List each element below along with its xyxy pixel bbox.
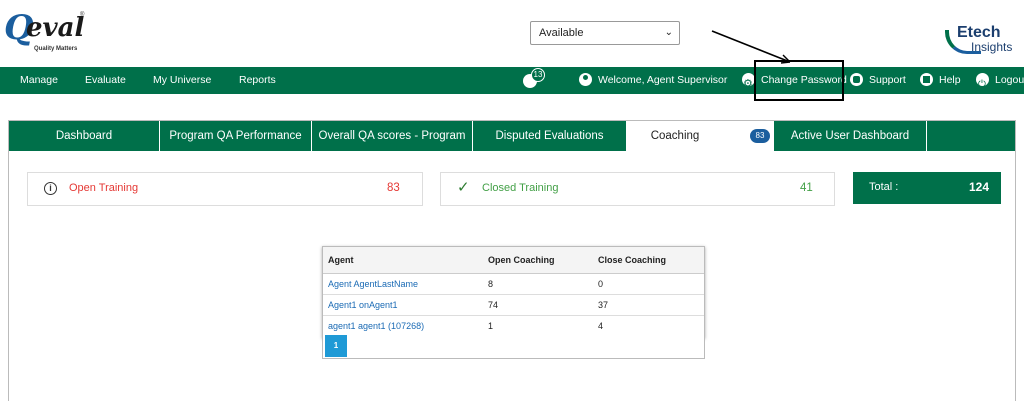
nav-manage[interactable]: Manage [20, 67, 58, 94]
column-header-agent[interactable]: Agent [323, 247, 483, 274]
chevron-down-icon: ⌄ [664, 27, 673, 38]
logo-registered-mark: ® [80, 12, 85, 18]
dashboard-tabs: Dashboard Program QA Performance Overall… [9, 121, 1015, 151]
support-link[interactable]: Support [850, 67, 906, 94]
table-row: Agent1 onAgent1 74 37 [323, 294, 704, 316]
tab-program-qa-performance[interactable]: Program QA Performance [160, 121, 312, 151]
agent-name-link[interactable]: Agent AgentLastName [323, 273, 483, 295]
tab-active-user-dashboard[interactable]: Active User Dashboard [774, 121, 927, 151]
help-link[interactable]: Help [920, 67, 961, 94]
notification-count-badge: 13 [531, 68, 545, 82]
welcome-text: Welcome, Agent Supervisor [598, 74, 728, 86]
help-label: Help [939, 74, 961, 86]
close-coaching-cell: 37 [593, 294, 704, 316]
logout-label: Logout [995, 74, 1024, 86]
coaching-count-badge: 83 [750, 129, 770, 143]
open-training-card[interactable]: i Open Training 83 [27, 172, 423, 206]
nav-evaluate[interactable]: Evaluate [85, 67, 126, 94]
user-icon [579, 72, 592, 86]
tab-disputed-evaluations[interactable]: Disputed Evaluations [473, 121, 627, 151]
nav-reports[interactable]: Reports [239, 67, 276, 94]
column-header-close-coaching[interactable]: Close Coaching [593, 247, 704, 274]
table-header-row: Agent Open Coaching Close Coaching [323, 247, 704, 274]
welcome-user[interactable]: Welcome, Agent Supervisor [579, 67, 727, 94]
checkmark-icon: ✓ [457, 179, 470, 196]
table-pager: 1 [322, 333, 705, 359]
open-coaching-cell: 8 [483, 273, 593, 295]
logo-tagline: Quality Matters [34, 46, 78, 52]
dashboard-panel: Dashboard Program QA Performance Overall… [8, 120, 1016, 401]
tab-overall-qa-scores-program[interactable]: Overall QA scores - Program [312, 121, 473, 151]
close-coaching-cell: 0 [593, 273, 704, 295]
closed-training-label: Closed Training [482, 182, 559, 194]
status-selected-value: Available [539, 27, 584, 39]
nav-my-universe[interactable]: My Universe [153, 67, 211, 94]
open-training-label: Open Training [69, 182, 139, 194]
top-header: Q eval ® Quality Matters Available ⌄ Ete… [0, 0, 1024, 67]
page-button-1[interactable]: 1 [325, 335, 347, 357]
notifications-bell-icon[interactable]: 13 [523, 68, 545, 88]
change-password-link[interactable]: Change Password [742, 67, 847, 98]
logout-link[interactable]: Logout [976, 67, 1024, 98]
total-label: Total : [869, 181, 899, 193]
closed-training-card[interactable]: ✓ Closed Training 41 [440, 172, 835, 206]
gear-icon [742, 71, 755, 98]
total-value: 124 [968, 180, 989, 194]
column-header-open-coaching[interactable]: Open Coaching [483, 247, 593, 274]
coaching-table: Agent Open Coaching Close Coaching Agent… [322, 246, 705, 338]
availability-status-select[interactable]: Available ⌄ [530, 21, 680, 45]
agent-name-link[interactable]: Agent1 onAgent1 [323, 294, 483, 316]
help-icon [920, 72, 933, 86]
open-coaching-cell: 74 [483, 294, 593, 316]
etech-logo-line2: Insights [971, 40, 1013, 54]
main-nav-bar: Manage Evaluate My Universe Reports Welc… [0, 67, 1024, 98]
logo-eval: eval [26, 13, 85, 43]
table-row: Agent AgentLastName 8 0 [323, 273, 704, 295]
etech-insights-logo: Etech Insights [945, 24, 1021, 64]
power-icon [976, 71, 989, 98]
support-label: Support [869, 74, 906, 86]
open-training-value: 83 [387, 182, 400, 194]
info-circle-icon: i [44, 182, 57, 195]
closed-training-value: 41 [800, 182, 813, 194]
change-password-label: Change Password [761, 74, 847, 86]
total-card: Total : 124 [853, 172, 1001, 204]
support-icon [850, 72, 863, 86]
tab-dashboard[interactable]: Dashboard [9, 121, 160, 151]
qeval-logo[interactable]: Q eval ® Quality Matters [4, 8, 84, 56]
